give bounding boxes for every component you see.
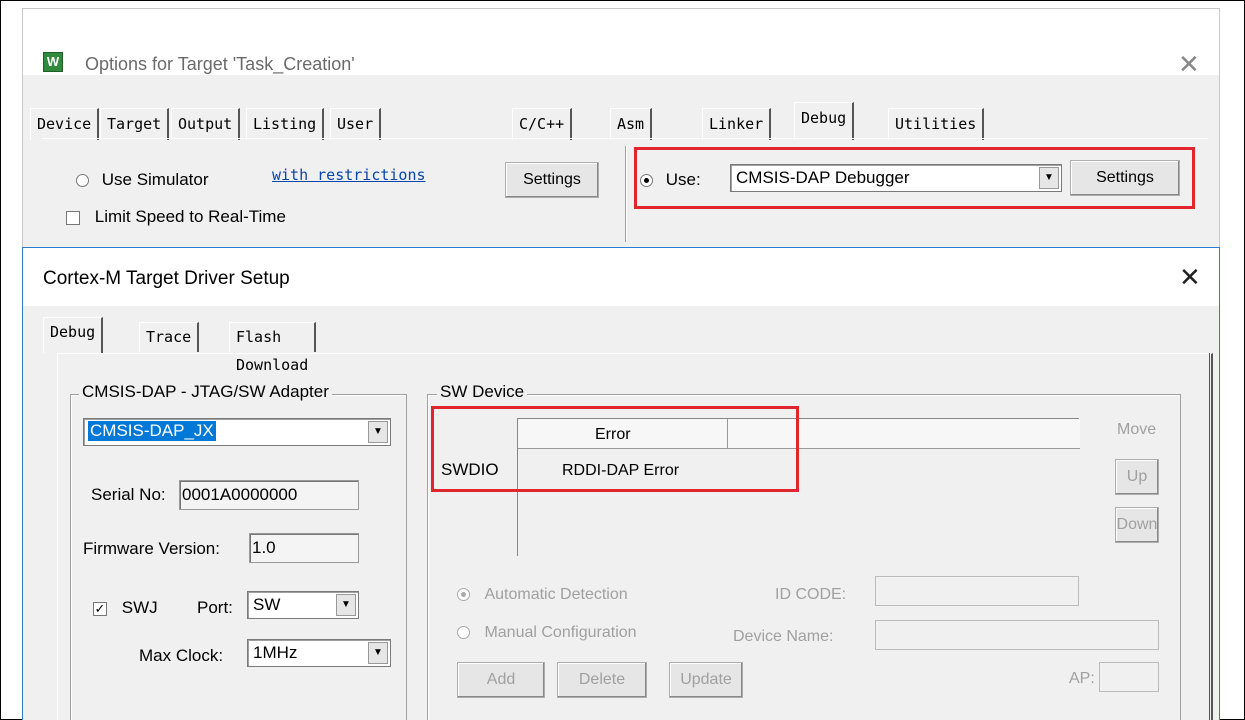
id-code-field[interactable] bbox=[875, 576, 1079, 606]
chevron-down-icon[interactable]: ▼ bbox=[368, 421, 388, 443]
limit-speed-label: Limit Speed to Real-Time bbox=[94, 207, 286, 226]
tab-debug[interactable]: Debug bbox=[794, 102, 855, 140]
swj-label: SWJ bbox=[121, 598, 158, 617]
move-up-button[interactable]: Up bbox=[1115, 459, 1159, 495]
move-label: Move bbox=[1117, 421, 1157, 438]
delete-button[interactable]: Delete bbox=[557, 662, 647, 698]
highlight-box-debugger bbox=[634, 147, 1195, 209]
use-simulator-option[interactable]: Use Simulator bbox=[76, 170, 209, 190]
automatic-detection-option[interactable]: Automatic Detection bbox=[457, 586, 628, 604]
id-code-label: ID CODE: bbox=[775, 586, 847, 603]
port-select-value: SW bbox=[253, 595, 281, 614]
highlight-box-error bbox=[431, 406, 799, 492]
use-simulator-radio[interactable] bbox=[76, 174, 89, 188]
serial-label: Serial No: bbox=[91, 485, 166, 504]
tab-listing[interactable]: Listing bbox=[246, 108, 325, 140]
swj-option[interactable]: ✓ SWJ bbox=[93, 598, 158, 618]
tab-user[interactable]: User bbox=[330, 108, 382, 140]
serial-field[interactable]: 0001A0000000 bbox=[179, 480, 359, 510]
limit-speed-checkbox[interactable] bbox=[66, 210, 80, 225]
options-window-title: Options for Target 'Task_Creation' bbox=[85, 54, 355, 74]
add-button[interactable]: Add bbox=[457, 662, 545, 698]
manual-configuration-label: Manual Configuration bbox=[484, 624, 637, 641]
swj-checkbox[interactable]: ✓ bbox=[93, 601, 107, 616]
automatic-detection-label: Automatic Detection bbox=[484, 586, 628, 603]
manual-configuration-option[interactable]: Manual Configuration bbox=[457, 624, 637, 642]
ap-field[interactable] bbox=[1099, 662, 1159, 692]
chevron-down-icon[interactable]: ▼ bbox=[368, 642, 388, 664]
driver-window-titlebar: Cortex-M Target Driver Setup ✕ bbox=[23, 248, 1219, 306]
device-name-field[interactable] bbox=[875, 620, 1159, 650]
port-label: Port: bbox=[197, 598, 233, 617]
tab-cpp[interactable]: C/C++ bbox=[512, 108, 573, 140]
tab-trace[interactable]: Trace bbox=[139, 322, 200, 352]
chevron-down-icon[interactable]: ▼ bbox=[336, 594, 356, 616]
tab-device[interactable]: Device bbox=[30, 108, 100, 140]
keil-app-icon: W bbox=[43, 52, 63, 72]
max-clock-select[interactable]: 1MHz ▼ bbox=[247, 639, 391, 667]
panel-edge bbox=[1209, 353, 1211, 720]
tab-flash-download[interactable]: Flash Download bbox=[229, 322, 317, 374]
adapter-select[interactable]: CMSIS-DAP_JX ▼ bbox=[83, 418, 391, 446]
max-clock-label: Max Clock: bbox=[139, 646, 224, 665]
close-icon[interactable]: ✕ bbox=[1178, 49, 1200, 80]
manual-configuration-radio[interactable] bbox=[457, 626, 470, 640]
tab-target[interactable]: Target bbox=[100, 108, 170, 140]
port-select[interactable]: SW ▼ bbox=[247, 591, 359, 619]
move-down-button[interactable]: Down bbox=[1115, 507, 1159, 543]
close-icon[interactable]: ✕ bbox=[1179, 262, 1201, 293]
firmware-label: Firmware Version: bbox=[83, 539, 220, 558]
panel-divider bbox=[625, 146, 627, 242]
use-simulator-label: Use Simulator bbox=[101, 170, 209, 189]
max-clock-select-value: 1MHz bbox=[253, 643, 298, 662]
ap-label: AP: bbox=[1069, 670, 1095, 687]
adapter-select-value: CMSIS-DAP_JX bbox=[88, 421, 216, 441]
adapter-group-title: CMSIS-DAP - JTAG/SW Adapter bbox=[79, 382, 332, 402]
simulator-settings-button[interactable]: Settings bbox=[505, 162, 599, 198]
driver-window-title: Cortex-M Target Driver Setup bbox=[43, 268, 290, 289]
tab-linker[interactable]: Linker bbox=[702, 108, 772, 140]
update-button[interactable]: Update bbox=[669, 662, 743, 698]
limit-speed-option[interactable]: Limit Speed to Real-Time bbox=[66, 207, 286, 227]
device-name-label: Device Name: bbox=[733, 628, 834, 645]
tab-debug[interactable]: Debug bbox=[43, 317, 104, 353]
automatic-detection-radio[interactable] bbox=[457, 588, 470, 602]
tab-output[interactable]: Output bbox=[171, 108, 241, 140]
firmware-field[interactable]: 1.0 bbox=[249, 533, 359, 563]
tab-utilities[interactable]: Utilities bbox=[888, 108, 985, 140]
tab-asm[interactable]: Asm bbox=[610, 108, 653, 140]
sw-device-group-title: SW Device bbox=[437, 382, 528, 402]
options-window-titlebar: W Options for Target 'Task_Creation' ✕ bbox=[23, 9, 1219, 79]
with-restrictions-link[interactable]: with restrictions bbox=[272, 166, 426, 184]
